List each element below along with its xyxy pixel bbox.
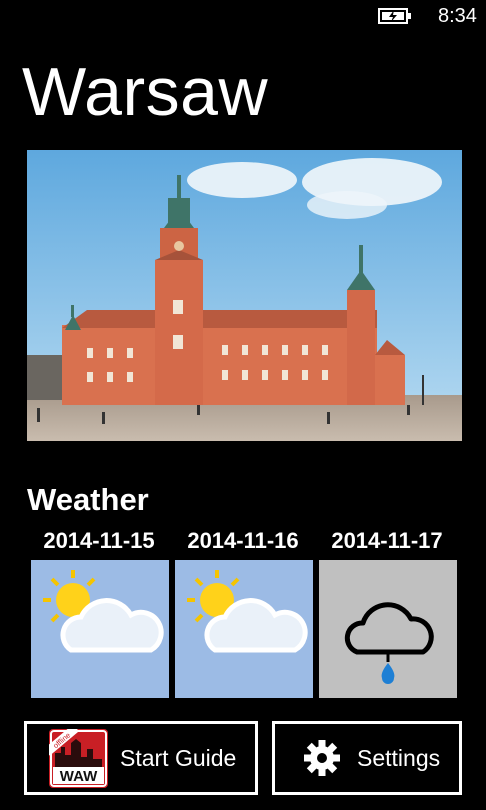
partly-cloudy-icon [175, 560, 313, 698]
forecast-date: 2014-11-16 [187, 528, 299, 553]
forecast-date: 2014-11-15 [43, 528, 155, 553]
clock: 8:34 [438, 5, 477, 27]
svg-text:WAW: WAW [60, 768, 98, 785]
rain-icon [319, 560, 457, 698]
start-guide-button[interactable]: WAW offline Start Guide [24, 721, 258, 795]
start-guide-label: Start Guide [120, 744, 237, 771]
settings-button[interactable]: Settings [272, 721, 462, 795]
battery-charging-icon [378, 8, 411, 24]
waw-guide-logo: WAW offline [49, 728, 108, 788]
settings-label: Settings [357, 744, 441, 771]
partly-cloudy-icon [31, 560, 169, 698]
forecast-date: 2014-11-17 [331, 528, 443, 553]
weather-heading: Weather [27, 482, 149, 517]
page-title: Warsaw [22, 54, 269, 130]
status-bar: 8:34 [0, 0, 486, 32]
royal-castle-photo [27, 150, 462, 441]
gear-icon [304, 740, 340, 776]
